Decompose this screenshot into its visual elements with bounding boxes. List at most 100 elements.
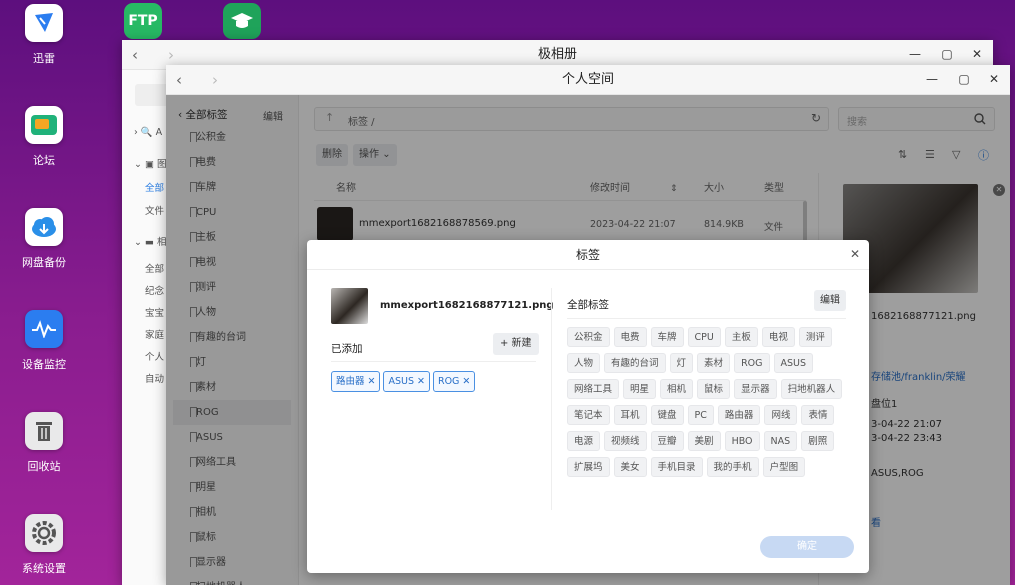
sidebar-item[interactable]: › 🔍 A (134, 127, 162, 138)
desktop-icon-label: 系统设置 (22, 562, 66, 575)
sidebar-item[interactable]: 宝宝 (145, 305, 164, 319)
tag-chip[interactable]: HBO (724, 431, 760, 451)
dialog-close-icon[interactable]: ✕ (850, 247, 860, 261)
sidebar-item[interactable]: 全部 (145, 180, 164, 194)
tag-chip[interactable]: CPU (687, 327, 721, 347)
sidebar-item[interactable]: 全部 (145, 261, 164, 275)
tag-chip[interactable]: 豆瓣 (650, 431, 684, 451)
tag-chip[interactable]: 电费 (613, 327, 647, 347)
tag-chip[interactable]: 有趣的台词 (604, 353, 666, 373)
sidebar-item[interactable]: 自动 (145, 371, 164, 385)
tag-chip[interactable]: 美女 (613, 457, 647, 477)
dialog-title: 标签 (575, 248, 600, 262)
remove-tag-icon[interactable]: ✕ (368, 376, 376, 387)
cloud-backup-icon (25, 208, 63, 246)
dialog-header: 标签 ✕ (307, 240, 869, 270)
tag-chip[interactable]: PC (687, 405, 714, 425)
added-tag-chip[interactable]: 路由器 ✕ (331, 371, 381, 392)
desktop-icon-label: 回收站 (27, 460, 61, 473)
window-title: 个人空间 (561, 72, 614, 87)
desktop-icon-monitor[interactable]: 设备监控 (0, 310, 88, 372)
tag-chip[interactable]: 表情 (801, 405, 835, 425)
tag-chip[interactable]: 车牌 (650, 327, 684, 347)
xunlei-icon (25, 4, 63, 42)
tag-chip[interactable]: 测评 (798, 327, 832, 347)
dialog-divider (551, 288, 552, 510)
all-tags-container: 公积金 电费 车牌 CPU 主板 电视 测评人物 有趣的台词灯素材 ROG ASUS 网络工具 明星相… (567, 327, 852, 483)
sidebar-item[interactable]: 家庭 (145, 327, 164, 341)
tag-chip[interactable]: 鼠标 (697, 379, 731, 399)
remove-tag-icon[interactable]: ✕ (462, 376, 470, 387)
back-arrow-icon[interactable]: ‹ (176, 71, 182, 89)
tag-chip[interactable]: 耳机 (613, 405, 647, 425)
tag-chip[interactable]: 公积金 (567, 327, 610, 347)
sidebar-item[interactable]: ⌄ ▣ 图 (134, 156, 167, 170)
tag-dialog: 标签 ✕ mmexport1682168877121.png 已添加 + 新建 … (307, 240, 869, 573)
remove-tag-icon[interactable]: ✕ (417, 376, 425, 387)
tag-chip[interactable]: 明星 (623, 379, 657, 399)
sidebar-item[interactable]: 文件 (145, 203, 164, 217)
sidebar-item[interactable]: 个人 (145, 349, 164, 363)
trash-icon (25, 412, 63, 450)
desktop-icon-cloud-backup[interactable]: 网盘备份 (0, 208, 88, 270)
confirm-button[interactable]: 确定 (760, 536, 854, 558)
close-icon[interactable]: ✕ (986, 71, 1002, 87)
added-tag-chip[interactable]: ASUS ✕ (383, 371, 430, 392)
tag-chip[interactable]: 手机目录 (650, 457, 703, 477)
maximize-icon[interactable]: ▢ (956, 71, 972, 87)
maximize-icon[interactable]: ▢ (939, 46, 955, 62)
tag-chip[interactable]: ROG (734, 353, 770, 373)
desktop-icon-label: 迅雷 (33, 52, 55, 65)
minimize-icon[interactable]: — (907, 46, 923, 62)
tag-chip[interactable]: 户型图 (762, 457, 806, 477)
tag-chip[interactable]: ASUS (773, 353, 814, 373)
tag-chip[interactable]: 剧照 (801, 431, 835, 451)
desktop-icon-trash[interactable]: 回收站 (0, 412, 88, 474)
back-sidebar: › 🔍 A ⌄ ▣ 图 全部 文件 ⌄ ▬ 相 全部 纪念 宝宝 家庭 个人 自… (122, 70, 175, 585)
tag-chip[interactable]: 显示器 (734, 379, 777, 399)
tag-chip[interactable]: 人物 (567, 353, 601, 373)
personal-space-titlebar: 个人空间 ‹ › — ▢ ✕ (166, 65, 1010, 95)
tag-chip[interactable]: 网线 (764, 405, 798, 425)
added-label: 已添加 (331, 343, 363, 355)
new-tag-button[interactable]: + 新建 (493, 333, 539, 355)
forward-arrow-icon[interactable]: › (168, 46, 174, 64)
all-tags-edit-button[interactable]: 编辑 (814, 290, 846, 311)
sidebar-item[interactable]: 纪念 (145, 283, 164, 297)
tag-chip[interactable]: 键盘 (650, 405, 684, 425)
tag-chip[interactable]: 素材 (697, 353, 731, 373)
desktop-icon-settings[interactable]: 系统设置 (0, 514, 88, 576)
ftp-label: FTP (128, 13, 158, 29)
tag-chip[interactable]: 主板 (724, 327, 758, 347)
tag-chip[interactable]: 美剧 (687, 431, 721, 451)
desktop-icon-label: 论坛 (33, 154, 55, 167)
added-divider (331, 361, 536, 362)
forward-arrow-icon[interactable]: › (212, 71, 218, 89)
all-tags-label: 全部标签 (567, 299, 609, 311)
tag-chip[interactable]: 路由器 (717, 405, 761, 425)
settings-icon (25, 514, 63, 552)
back-arrow-icon[interactable]: ‹ (132, 46, 138, 64)
tag-chip[interactable]: 笔记本 (567, 405, 610, 425)
added-tag-label: 路由器 (336, 376, 365, 387)
desktop-icon-xunlei[interactable]: 迅雷 (0, 4, 88, 66)
dialog-thumbnail (331, 288, 368, 324)
ftp-app-icon[interactable]: FTP (124, 3, 162, 39)
minimize-icon[interactable]: — (924, 71, 940, 87)
tag-chip[interactable]: 灯 (669, 353, 694, 373)
desktop-icon-forum[interactable]: 论坛 (0, 106, 88, 168)
tag-chip[interactable]: 网络工具 (567, 379, 620, 399)
sidebar-item[interactable]: ⌄ ▬ 相 (134, 234, 167, 248)
tag-chip[interactable]: 视频线 (604, 431, 647, 451)
forum-icon (25, 106, 63, 144)
tag-chip[interactable]: 扩展坞 (567, 457, 610, 477)
close-icon[interactable]: ✕ (969, 46, 985, 62)
added-tag-chip[interactable]: ROG ✕ (432, 371, 476, 392)
graduation-cap-icon[interactable] (223, 3, 261, 39)
tag-chip[interactable]: 扫地机器人 (780, 379, 843, 399)
tag-chip[interactable]: 电源 (567, 431, 601, 451)
tag-chip[interactable]: 电视 (761, 327, 795, 347)
tag-chip[interactable]: NAS (763, 431, 798, 451)
tag-chip[interactable]: 我的手机 (706, 457, 759, 477)
tag-chip[interactable]: 相机 (660, 379, 694, 399)
